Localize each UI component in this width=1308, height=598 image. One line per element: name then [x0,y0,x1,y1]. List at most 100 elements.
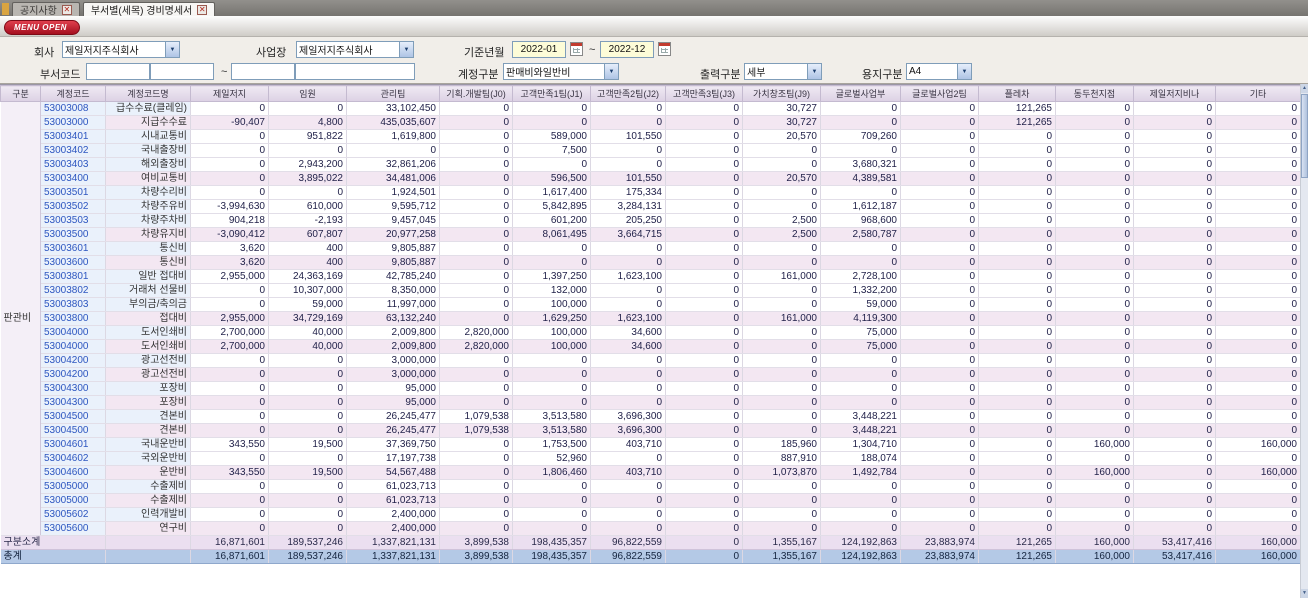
calendar-icon[interactable] [658,42,671,56]
amount-cell[interactable]: 26,245,477 [346,409,440,424]
amount-cell[interactable]: 0 [900,283,979,298]
amount-cell[interactable]: 0 [1133,157,1216,172]
amount-cell[interactable]: 0 [1133,129,1216,144]
amount-cell[interactable]: 124,192,863 [820,535,901,550]
amount-cell[interactable]: 0 [1133,199,1216,214]
amount-cell[interactable]: 0 [1215,311,1301,326]
amount-cell[interactable]: 968,600 [820,213,901,228]
amount-cell[interactable]: 0 [742,241,821,256]
amount-cell[interactable]: 160,000 [1055,437,1134,452]
amount-cell[interactable]: 0 [742,297,821,312]
amount-cell[interactable]: 343,550 [190,465,269,480]
amount-cell[interactable]: 607,807 [268,227,347,242]
amount-cell[interactable]: 0 [665,143,743,158]
amount-cell[interactable]: 0 [665,409,743,424]
amount-cell[interactable]: 0 [665,493,743,508]
amount-cell[interactable]: 0 [665,353,743,368]
amount-cell[interactable]: 0 [590,451,666,466]
account-name[interactable]: 차량수리비 [105,185,191,200]
amount-cell[interactable]: 2,943,200 [268,157,347,172]
amount-cell[interactable]: 0 [1133,241,1216,256]
account-name[interactable]: 운반비 [105,465,191,480]
amount-cell[interactable]: 0 [820,479,901,494]
amount-cell[interactable]: 0 [665,129,743,144]
amount-cell[interactable]: 0 [900,339,979,354]
amount-cell[interactable]: 0 [1215,353,1301,368]
amount-cell[interactable]: 1,629,250 [512,311,591,326]
amount-cell[interactable]: 30,727 [742,115,821,130]
amount-cell[interactable]: 0 [1133,409,1216,424]
amount-cell[interactable]: 0 [900,129,979,144]
amount-cell[interactable]: 0 [900,395,979,410]
amount-cell[interactable]: 0 [900,143,979,158]
account-name[interactable]: 국내운반비 [105,437,191,452]
amount-cell[interactable]: 0 [439,171,513,186]
amount-cell[interactable]: 0 [268,493,347,508]
amount-cell[interactable]: 0 [439,493,513,508]
amount-cell[interactable]: 0 [190,451,269,466]
amount-cell[interactable]: 0 [665,465,743,480]
column-header[interactable]: 가치창조팀(J9) [742,85,821,102]
amount-cell[interactable]: 33,102,450 [346,101,440,116]
amount-cell[interactable]: 161,000 [742,269,821,284]
amount-cell[interactable]: 53,417,416 [1133,535,1216,550]
amount-cell[interactable]: 0 [742,507,821,522]
amount-cell[interactable]: 75,000 [820,325,901,340]
amount-cell[interactable]: 0 [978,353,1056,368]
amount-cell[interactable]: 8,350,000 [346,283,440,298]
account-name[interactable]: 도서인쇄비 [105,325,191,340]
amount-cell[interactable]: 0 [439,213,513,228]
amount-cell[interactable]: 0 [1133,185,1216,200]
amount-cell[interactable]: 0 [1133,507,1216,522]
amount-cell[interactable]: 0 [1055,367,1134,382]
amount-cell[interactable]: 0 [1133,479,1216,494]
amount-cell[interactable]: 160,000 [1215,437,1301,452]
amount-cell[interactable]: 8,061,495 [512,227,591,242]
amount-cell[interactable]: 0 [1133,339,1216,354]
account-code[interactable]: 53004602 [40,451,106,466]
account-code[interactable]: 53003600 [40,255,106,270]
amount-cell[interactable]: 3,696,300 [590,409,666,424]
amount-cell[interactable]: 3,448,221 [820,423,901,438]
amount-cell[interactable]: 0 [190,185,269,200]
amount-cell[interactable]: 0 [978,451,1056,466]
company-select[interactable]: 제일저지주식회사 ▼ [62,41,180,58]
amount-cell[interactable]: 0 [665,549,743,564]
amount-cell[interactable]: 61,023,713 [346,493,440,508]
amount-cell[interactable]: 0 [900,353,979,368]
account-code[interactable]: 53003400 [40,171,106,186]
amount-cell[interactable]: 52,960 [512,451,591,466]
amount-cell[interactable]: 3,899,538 [439,535,513,550]
amount-cell[interactable]: 42,785,240 [346,269,440,284]
amount-cell[interactable]: 0 [978,437,1056,452]
amount-cell[interactable]: 1,924,501 [346,185,440,200]
amount-cell[interactable]: 0 [665,507,743,522]
amount-cell[interactable]: 0 [978,297,1056,312]
amount-cell[interactable]: 0 [1133,423,1216,438]
amount-cell[interactable]: 0 [742,521,821,536]
amount-cell[interactable]: 0 [978,521,1056,536]
amount-cell[interactable]: 0 [1133,395,1216,410]
amount-cell[interactable]: 2,500 [742,213,821,228]
scroll-up-icon[interactable]: ▲ [1301,84,1308,93]
amount-cell[interactable]: 0 [978,157,1056,172]
amount-cell[interactable]: 61,023,713 [346,479,440,494]
amount-cell[interactable]: 0 [978,465,1056,480]
amount-cell[interactable]: 0 [665,269,743,284]
amount-cell[interactable]: 0 [665,297,743,312]
amount-cell[interactable]: 0 [268,353,347,368]
amount-cell[interactable]: 1,806,460 [512,465,591,480]
amount-cell[interactable]: 435,035,607 [346,115,440,130]
amount-cell[interactable]: 160,000 [1215,549,1301,564]
amount-cell[interactable]: 0 [439,451,513,466]
account-code[interactable]: 53004300 [40,395,106,410]
account-name[interactable]: 지급수수료 [105,115,191,130]
amount-cell[interactable]: 0 [1133,101,1216,116]
amount-cell[interactable]: 4,800 [268,115,347,130]
amount-cell[interactable]: 0 [665,157,743,172]
amount-cell[interactable]: 0 [1215,493,1301,508]
amount-cell[interactable]: 0 [439,479,513,494]
amount-cell[interactable]: 0 [665,367,743,382]
amount-cell[interactable]: 1,332,200 [820,283,901,298]
amount-cell[interactable]: 3,680,321 [820,157,901,172]
